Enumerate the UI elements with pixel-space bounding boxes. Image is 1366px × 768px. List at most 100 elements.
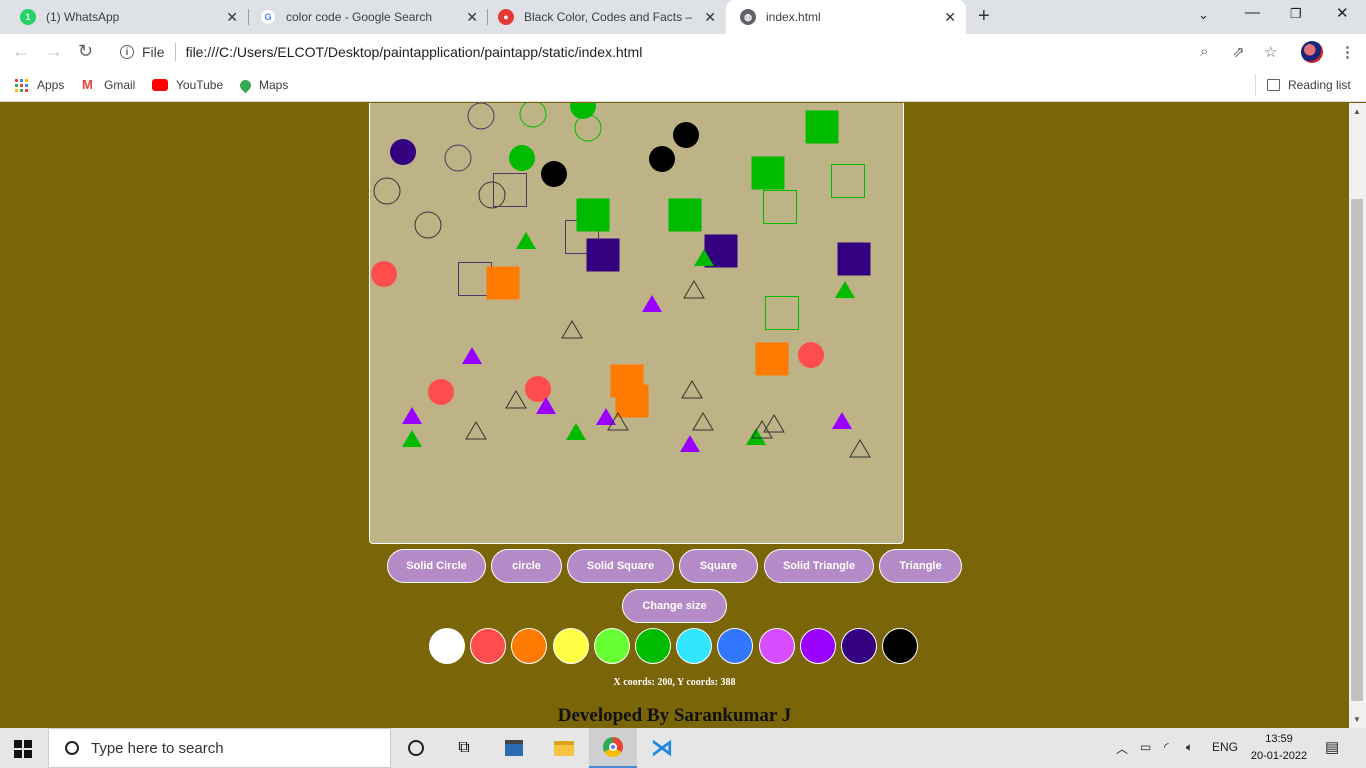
- tab-title: (1) WhatsApp: [46, 10, 120, 24]
- share-icon[interactable]: ⇗: [1232, 43, 1245, 61]
- solid-triangle-shape: [835, 281, 855, 298]
- bookmark-youtube[interactable]: YouTube: [152, 78, 223, 92]
- globe-icon: ◍: [740, 9, 756, 25]
- bookmark-label: Maps: [259, 78, 289, 92]
- color-swatch[interactable]: [882, 628, 919, 664]
- scroll-thumb[interactable]: [1351, 199, 1363, 701]
- clock-time: 13:59: [1265, 733, 1293, 745]
- color-swatch[interactable]: [676, 628, 713, 664]
- solid-circle-shape: [673, 122, 699, 148]
- change-size-button[interactable]: Change size: [622, 589, 727, 623]
- color-swatch[interactable]: [511, 628, 548, 664]
- zoom-icon[interactable]: ⌕: [1200, 43, 1208, 60]
- system-clock[interactable]: 13:59 20-01-2022: [1244, 731, 1314, 765]
- windows-start-icon[interactable]: [14, 740, 32, 758]
- profile-avatar[interactable]: [1301, 41, 1323, 63]
- close-tab-icon[interactable]: ✕: [466, 9, 478, 26]
- color-swatch[interactable]: [593, 628, 630, 664]
- battery-icon[interactable]: ▭: [1140, 740, 1151, 754]
- reading-list-button[interactable]: Reading list: [1267, 78, 1351, 92]
- cortana-icon[interactable]: [392, 728, 440, 768]
- bookmark-label: Apps: [37, 78, 65, 92]
- page-viewport: Solid Circle circle Solid Square Square …: [0, 103, 1349, 728]
- triangle-button[interactable]: Triangle: [879, 549, 962, 583]
- solid-circle-shape: [371, 261, 397, 287]
- outline-circle-shape: [444, 144, 472, 172]
- menu-icon[interactable]: ⋮: [1340, 43, 1355, 61]
- paint-canvas[interactable]: [369, 103, 904, 544]
- address-bar[interactable]: i File file:///C:/Users/ELCOT/Desktop/pa…: [108, 38, 1292, 66]
- color-swatch[interactable]: [799, 628, 836, 664]
- reload-icon[interactable]: ↻: [78, 41, 93, 62]
- forward-icon[interactable]: →: [45, 41, 63, 62]
- volume-icon[interactable]: 🔈︎: [1186, 740, 1193, 755]
- scroll-up-icon[interactable]: ▲: [1353, 107, 1361, 116]
- file-explorer-icon[interactable]: [540, 728, 588, 768]
- browser-toolbar: ← → ↻ i File file:///C:/Users/ELCOT/Desk…: [0, 34, 1366, 70]
- bookmark-gmail[interactable]: M Gmail: [82, 78, 135, 93]
- tab-google-search[interactable]: G color code - Google Search ✕: [240, 0, 488, 34]
- new-tab-button[interactable]: +: [978, 5, 990, 28]
- canvas-drawing[interactable]: [370, 103, 905, 545]
- color-swatch[interactable]: [429, 628, 465, 664]
- outline-circle-shape: [519, 103, 547, 128]
- apps-grid-icon: [15, 78, 28, 92]
- page-scrollbar[interactable]: ▲ ▼: [1349, 103, 1366, 728]
- reading-list-icon: [1267, 79, 1280, 91]
- info-icon[interactable]: i: [120, 45, 134, 59]
- task-view-icon[interactable]: ⧉: [440, 728, 488, 768]
- bookmark-star-icon[interactable]: ☆: [1264, 43, 1277, 61]
- color-swatch[interactable]: [635, 628, 671, 664]
- circle-button[interactable]: circle: [491, 549, 562, 583]
- square-button[interactable]: Square: [679, 549, 758, 583]
- solid-square-button[interactable]: Solid Square: [567, 549, 674, 583]
- outline-circle-shape: [574, 114, 602, 142]
- scroll-down-icon[interactable]: ▼: [1353, 715, 1361, 724]
- tab-black-color[interactable]: ● Black Color, Codes and Facts – H ✕: [478, 0, 726, 34]
- close-tab-icon[interactable]: ✕: [944, 9, 956, 26]
- clock-date: 20-01-2022: [1250, 750, 1308, 762]
- show-hidden-icons[interactable]: ︿: [1116, 740, 1128, 757]
- bookmark-apps[interactable]: Apps: [15, 78, 64, 92]
- chrome-icon[interactable]: [589, 728, 637, 768]
- bookmark-label: YouTube: [176, 78, 224, 92]
- color-swatch[interactable]: [552, 628, 589, 664]
- tab-index-html[interactable]: ◍ index.html ✕: [726, 0, 966, 34]
- whatsapp-icon: 1: [20, 9, 36, 25]
- store-icon[interactable]: [490, 728, 538, 768]
- color-swatch[interactable]: [717, 628, 754, 664]
- search-icon: [65, 741, 79, 755]
- color-swatch[interactable]: [841, 628, 877, 664]
- youtube-icon: [152, 79, 168, 91]
- solid-circle-button[interactable]: Solid Circle: [387, 549, 486, 583]
- solid-triangle-shape: [516, 232, 536, 249]
- tab-whatsapp[interactable]: 1 (1) WhatsApp ✕: [0, 0, 248, 34]
- bookmark-divider: [1255, 74, 1256, 96]
- minimize-button[interactable]: —: [1245, 4, 1260, 21]
- close-tab-icon[interactable]: ✕: [226, 9, 238, 26]
- language-indicator[interactable]: ENG: [1212, 740, 1238, 754]
- solid-circle-shape: [428, 379, 454, 405]
- url-text[interactable]: file:///C:/Users/ELCOT/Desktop/paintappl…: [186, 44, 643, 60]
- restore-button[interactable]: ❐: [1290, 6, 1302, 22]
- taskbar-search[interactable]: Type here to search: [48, 728, 391, 768]
- outline-triangle-shape: [505, 390, 527, 409]
- back-icon[interactable]: ←: [12, 41, 30, 62]
- solid-square-shape: [576, 198, 610, 232]
- notifications-icon[interactable]: ▤: [1325, 738, 1339, 756]
- outline-square-shape: [493, 173, 527, 207]
- bookmark-maps[interactable]: Maps: [237, 77, 289, 93]
- color-swatch[interactable]: [758, 628, 795, 664]
- color-swatch[interactable]: [470, 628, 507, 664]
- solid-circle-shape: [525, 376, 551, 402]
- tab-search-button[interactable]: ⌄: [1198, 7, 1209, 23]
- close-window-button[interactable]: ✕: [1336, 4, 1349, 22]
- solid-square-shape: [805, 110, 839, 144]
- solid-triangle-shape: [402, 407, 422, 424]
- vscode-icon[interactable]: ⋊: [638, 728, 686, 768]
- wifi-icon[interactable]: ◜: [1164, 740, 1169, 754]
- solid-triangle-button[interactable]: Solid Triangle: [764, 549, 874, 583]
- close-tab-icon[interactable]: ✕: [704, 9, 716, 26]
- windows-taskbar: Type here to search ⧉ ⋊ ︿ ▭ ◜ 🔈︎ ENG 13:…: [0, 728, 1366, 768]
- outline-triangle-shape: [561, 320, 583, 339]
